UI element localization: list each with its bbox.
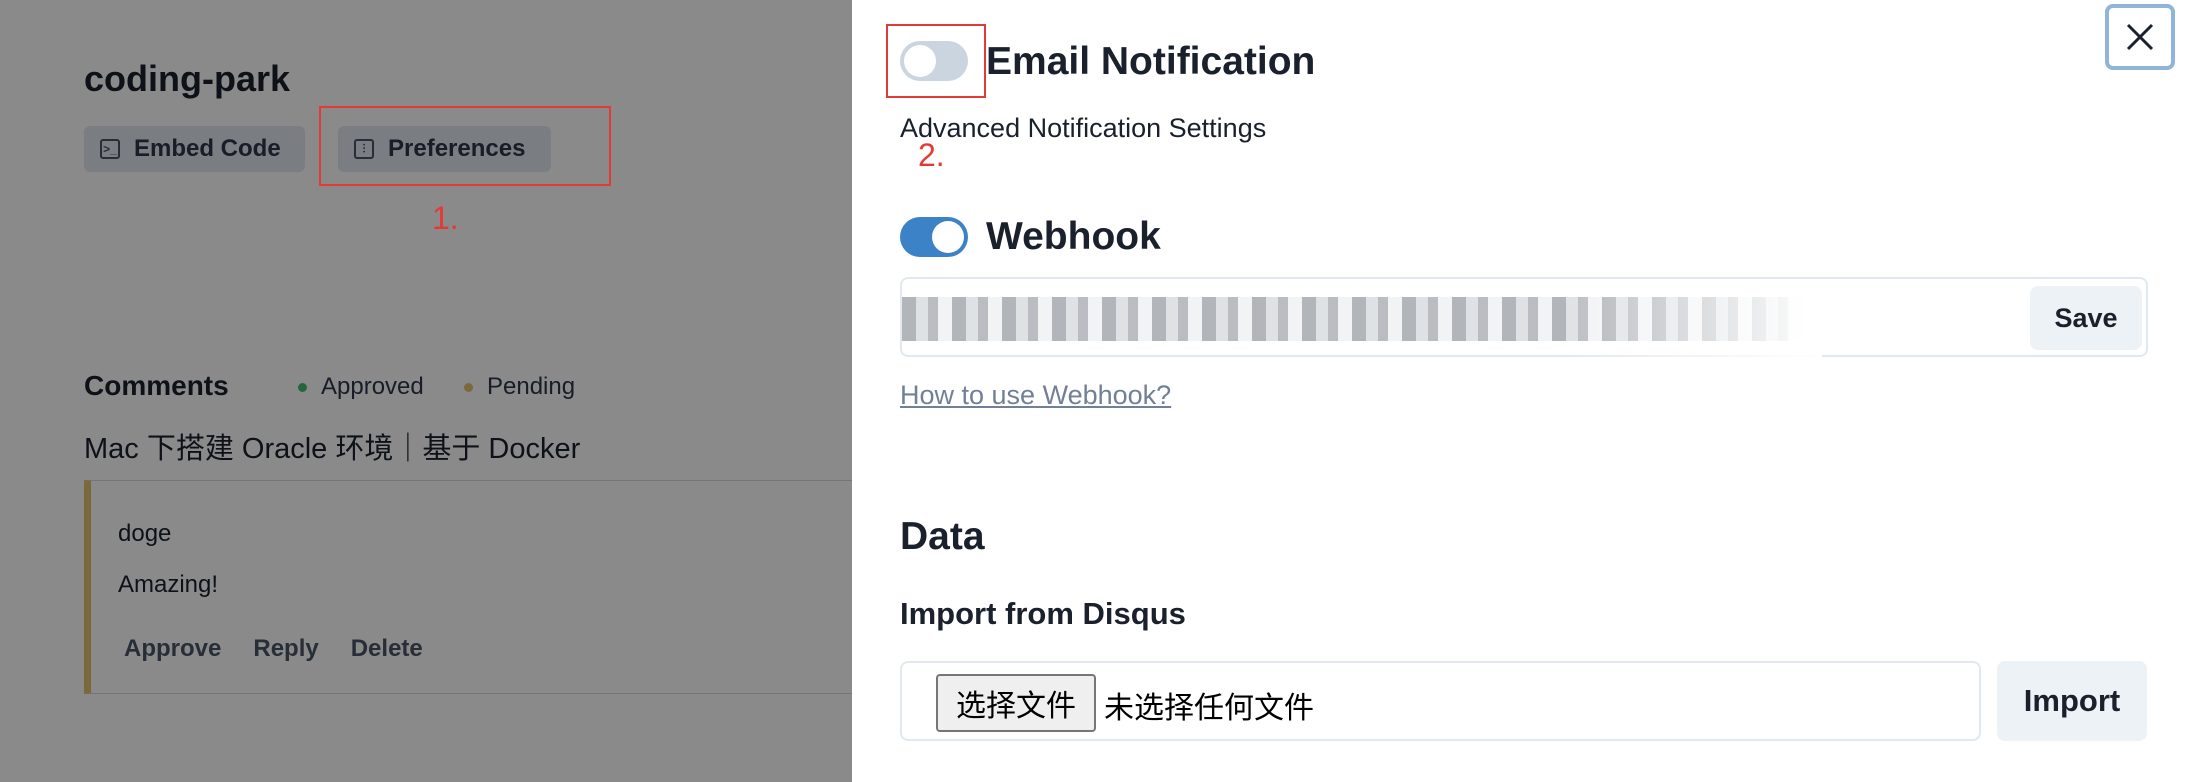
choose-file-button[interactable]: 选择文件 — [936, 674, 1096, 732]
data-heading: Data — [900, 515, 985, 558]
file-status-text: 未选择任何文件 — [1104, 692, 1314, 725]
annotation-label-step-1: 1. — [432, 200, 459, 236]
webhook-url-field: Save — [900, 277, 2148, 359]
import-from-disqus-heading: Import from Disqus — [900, 596, 1186, 631]
webhook-help-link[interactable]: How to use Webhook? — [900, 380, 1171, 411]
webhook-url-input[interactable] — [924, 289, 1924, 347]
email-notification-title: Email Notification — [986, 40, 1316, 83]
disqus-file-field: 选择文件 未选择任何文件 — [900, 661, 1981, 741]
annotation-box-step-2 — [886, 24, 986, 98]
close-button[interactable] — [2105, 4, 2175, 70]
annotation-box-step-1 — [319, 106, 611, 186]
close-icon — [2126, 23, 2154, 51]
webhook-toggle[interactable] — [900, 217, 968, 257]
import-button[interactable]: Import — [1997, 661, 2147, 741]
annotation-label-step-2: 2. — [918, 137, 945, 173]
webhook-save-button[interactable]: Save — [2030, 286, 2142, 350]
toggle-knob — [932, 221, 964, 253]
advanced-notification-settings-link[interactable]: Advanced Notification Settings — [900, 113, 1266, 144]
webhook-title: Webhook — [986, 215, 1161, 258]
